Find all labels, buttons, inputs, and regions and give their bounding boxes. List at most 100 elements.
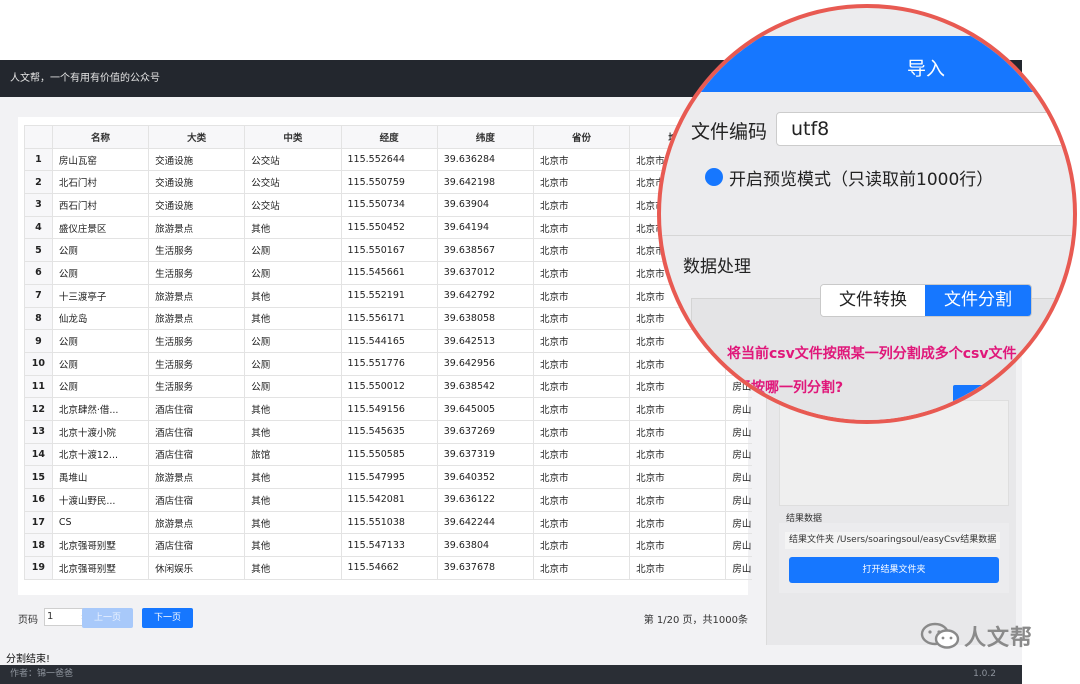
table-row[interactable]: 9公厕生活服务公厕115.54416539.642513北京市北京市房山区115… bbox=[24, 329, 752, 353]
row-index: 8 bbox=[24, 306, 53, 331]
table-cell: 115.544165 bbox=[340, 329, 438, 353]
footer: 作者：锦一爸爸 1.0.2 bbox=[0, 665, 1022, 684]
open-result-folder-button[interactable]: 打开结果文件夹 bbox=[789, 557, 999, 583]
table-row[interactable]: 4盛仪庄景区旅游景点其他115.55045239.64194北京市北京市房山区 bbox=[24, 215, 752, 240]
table-cell: 115.552644 bbox=[340, 147, 438, 172]
table-row[interactable]: 12 北京肆然·借... 酒店住宿 其他 115.549156 39.645005 北京市北… bbox=[24, 397, 752, 421]
table-row[interactable]: 2北石门村交通设施公交站115.55075939.642198北京市北京市房山区 bbox=[24, 170, 752, 195]
table-cell: 生活服务 bbox=[148, 329, 246, 353]
table-cell: 39.636122 bbox=[436, 488, 534, 512]
column-header[interactable]: 中类 bbox=[244, 125, 342, 149]
import-header bbox=[661, 36, 1073, 92]
table-row[interactable]: 15禹堆山旅游景点其他115.54799539.640352北京市北京市房山区1… bbox=[24, 465, 752, 489]
table-cell: 39.642956 bbox=[436, 351, 534, 376]
table-cell: 十渡山野民... bbox=[51, 488, 150, 512]
processing-tabs: 文件转换 文件分割 bbox=[820, 284, 1032, 317]
table-row[interactable]: 16 十渡山野民... 酒店住宿 其他 115.542081 39.636122 北京市 北京… bbox=[24, 488, 752, 512]
table-row[interactable]: 18 北京强哥别墅 酒店住宿 其他 115.547133 39.63804 北京市 北京市 房山… bbox=[24, 533, 752, 558]
split-column-question: 择按哪一列分割? bbox=[737, 380, 844, 396]
table-row[interactable]: 17CS旅游景点其他115.55103839.642244北京市北京市房山区11… bbox=[24, 510, 752, 535]
tab-file-convert[interactable]: 文件转换 bbox=[821, 285, 925, 316]
table-row[interactable]: 10公厕生活服务公厕115.55177639.642956北京市北京市房山区11… bbox=[24, 351, 752, 376]
column-header[interactable]: 省份 bbox=[532, 125, 631, 149]
table-cell: 115.550734 bbox=[340, 193, 438, 217]
table-row[interactable]: 14 北京十渡12... 酒店住宿 旅馆 115.550585 39.637319 北京市北… bbox=[24, 442, 752, 467]
table-cell: 北京肆然·借... bbox=[51, 397, 150, 421]
column-header[interactable]: 纬度 bbox=[436, 125, 534, 149]
table-cell: 39.637319 bbox=[436, 442, 534, 467]
column-header[interactable]: 经度 bbox=[340, 125, 438, 149]
table-cell: 北京市 bbox=[629, 510, 727, 535]
column-header[interactable]: 名称 bbox=[51, 125, 150, 149]
table-scroll-area[interactable]: 名称大类中类经度纬度省份城市区域 1房山瓦窑交通设施公交站115.5526443… bbox=[24, 125, 752, 581]
tab-file-split[interactable]: 文件分割 bbox=[925, 285, 1031, 316]
magnifier-lens: 导入 文件编码 utf8 开启预览模式（只读取前1000行） 数据处理 文件转换… bbox=[657, 4, 1077, 424]
table-cell: 生活服务 bbox=[148, 374, 246, 399]
table-cell: 公交站 bbox=[244, 170, 342, 195]
table-cell: 北京市 bbox=[532, 419, 631, 444]
table-cell: 北京市 bbox=[532, 533, 631, 558]
pagination: 页码 1 ▲▼ 上一页 下一页 第 1/20 页，共1000条 bbox=[18, 606, 748, 630]
table-cell: 39.637269 bbox=[436, 419, 534, 444]
table-cell: 公交站 bbox=[244, 193, 342, 217]
table-cell: 禹堆山 bbox=[51, 465, 150, 489]
table-row[interactable]: 19 北京强哥别墅 休闲娱乐 其他 115.54662 39.637678 北京市 北京市 房山… bbox=[24, 556, 752, 580]
table-cell: 39.645005 bbox=[436, 397, 534, 421]
table-cell: 39.63804 bbox=[436, 533, 534, 558]
table-cell: 公厕 bbox=[51, 351, 150, 376]
table-cell: 115.550759 bbox=[340, 170, 438, 195]
table-cell: 旅游景点 bbox=[148, 283, 246, 308]
split-column-select-button[interactable] bbox=[953, 385, 997, 409]
table-cell: 39.64194 bbox=[436, 215, 534, 240]
table-cell: 39.638567 bbox=[436, 238, 534, 263]
table-row[interactable]: 13 北京十渡小院 酒店住宿 其他 115.545635 39.637269 北京市 北京市房… bbox=[24, 419, 752, 444]
table-cell: 39.638542 bbox=[436, 374, 534, 399]
table-cell: 房山区 bbox=[725, 556, 752, 580]
table-cell: 北京市 bbox=[532, 283, 631, 308]
table-row[interactable]: 6公厕生活服务公厕115.54566139.637012北京市北京市房山区 bbox=[24, 261, 752, 285]
preview-radio[interactable] bbox=[705, 168, 723, 186]
table-cell: 其他 bbox=[244, 419, 342, 444]
table-cell: 115.550167 bbox=[340, 238, 438, 263]
table-cell: 115.547995 bbox=[340, 465, 438, 489]
table-cell: 旅游景点 bbox=[148, 465, 246, 489]
table-cell: 交通设施 bbox=[148, 193, 246, 217]
table-cell: 39.642792 bbox=[436, 283, 534, 308]
table-row[interactable]: 8仙龙岛旅游景点其他115.55617139.638058北京市北京市房山区11… bbox=[24, 306, 752, 331]
table-cell: 北京市 bbox=[532, 465, 631, 489]
table-cell: 北京市 bbox=[532, 329, 631, 353]
table-cell: 39.63904 bbox=[436, 193, 534, 217]
table-row[interactable]: 11公厕生活服务公厕115.55001239.638542北京市北京市房山区11… bbox=[24, 374, 752, 399]
import-button[interactable]: 导入 bbox=[907, 54, 945, 81]
table-cell: 公厕 bbox=[244, 261, 342, 285]
table-cell: 其他 bbox=[244, 488, 342, 512]
encoding-input[interactable]: utf8 bbox=[776, 112, 1073, 146]
table-cell: 北京十渡小院 bbox=[51, 419, 150, 444]
table-cell: 北京市 bbox=[532, 510, 631, 535]
table-cell: 115.550452 bbox=[340, 215, 438, 240]
table-cell: 生活服务 bbox=[148, 238, 246, 263]
table-cell: 北京强哥别墅 bbox=[51, 556, 150, 580]
prev-page-button[interactable]: 上一页 bbox=[82, 608, 133, 628]
row-index: 14 bbox=[24, 442, 53, 467]
table-cell: 其他 bbox=[244, 397, 342, 421]
table-cell: 公厕 bbox=[244, 238, 342, 263]
table-cell: 房山区 bbox=[725, 533, 752, 558]
table-row[interactable]: 1房山瓦窑交通设施公交站115.55264439.636284北京市北京市房山区 bbox=[24, 147, 752, 172]
next-page-button[interactable]: 下一页 bbox=[142, 608, 193, 628]
table-cell: 盛仪庄景区 bbox=[51, 215, 150, 240]
table-cell: 酒店住宿 bbox=[148, 533, 246, 558]
watermark: 人文帮 bbox=[920, 618, 1050, 652]
table-cell: 交通设施 bbox=[148, 170, 246, 195]
table-cell: 北京市 bbox=[629, 465, 727, 489]
table-cell: 北京市 bbox=[532, 351, 631, 376]
table-row[interactable]: 5公厕生活服务公厕115.55016739.638567北京市北京市房山区 bbox=[24, 238, 752, 263]
column-header[interactable]: 大类 bbox=[148, 125, 246, 149]
row-index: 9 bbox=[24, 329, 53, 353]
table-cell: 公厕 bbox=[51, 374, 150, 399]
table-row[interactable]: 7十三渡亭子旅游景点其他115.55219139.642792北京市北京市房山区… bbox=[24, 283, 752, 308]
table-cell: 其他 bbox=[244, 510, 342, 535]
row-index: 10 bbox=[24, 351, 53, 376]
table-row[interactable]: 3西石门村交通设施公交站115.55073439.63904北京市北京市房山区 bbox=[24, 193, 752, 217]
wechat-icon bbox=[920, 622, 960, 649]
